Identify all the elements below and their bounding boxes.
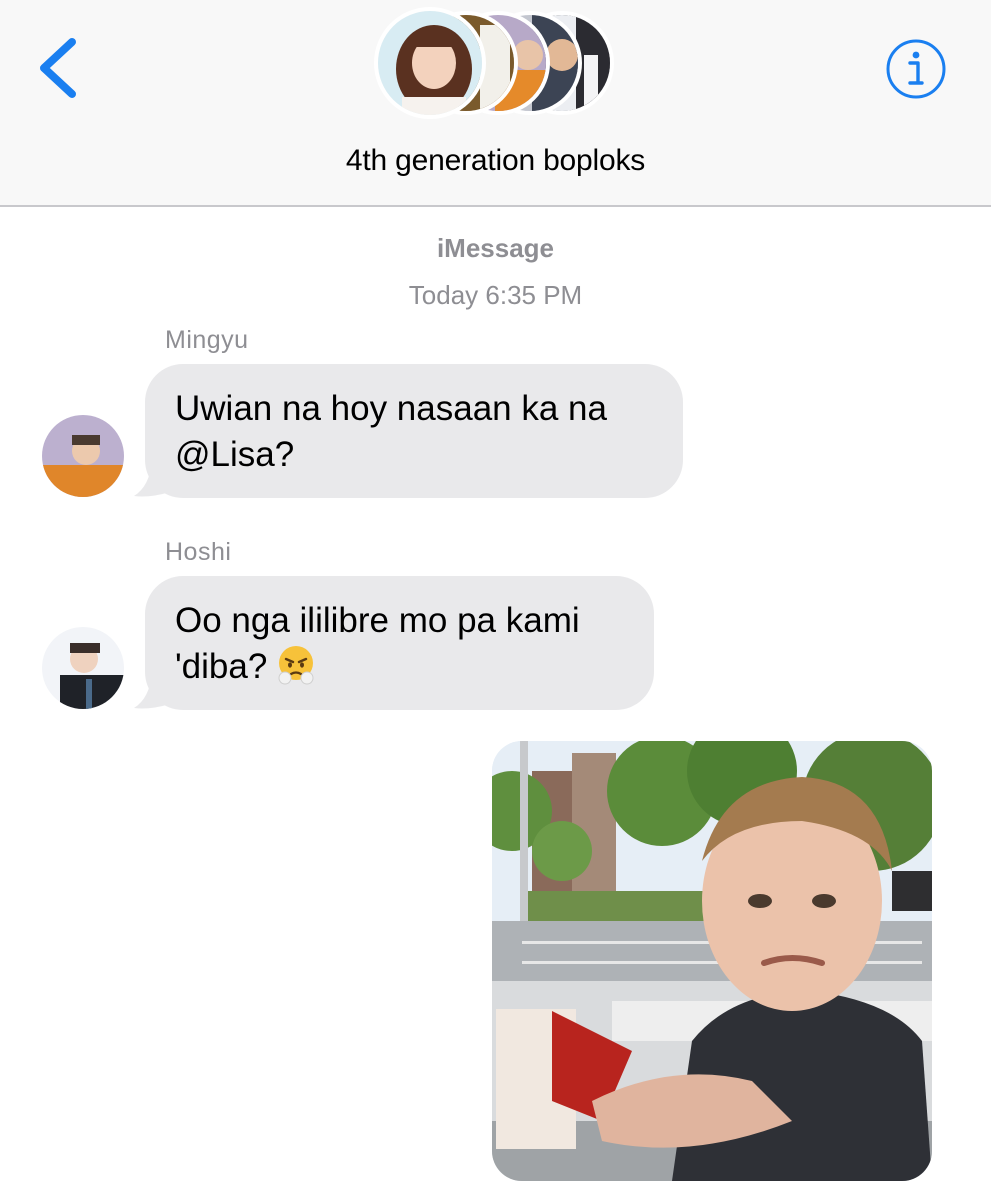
avatar[interactable] [42, 415, 124, 497]
service-label: iMessage [436, 233, 555, 263]
group-name[interactable]: 4th generation boploks [0, 144, 991, 178]
group-avatar-stack[interactable] [0, 0, 991, 130]
message-line: Uwian na hoy nasaan ka na [175, 389, 607, 428]
conversation-header: 4th generation boploks [0, 0, 991, 207]
message-line: Oo nga ililibre mo pa kami [175, 601, 580, 640]
message-bubble[interactable]: Oo nga ililibre mo pa kami 'diba? [145, 576, 654, 710]
group-member-avatar [374, 7, 486, 119]
photo-attachment[interactable] [492, 741, 932, 1181]
sender-name: Mingyu [165, 326, 249, 354]
info-button[interactable] [885, 38, 947, 100]
avatar[interactable] [42, 627, 124, 709]
message-line: @Lisa? [175, 435, 295, 474]
message-line-text: 'diba? [175, 647, 268, 686]
info-circle-icon [886, 39, 946, 99]
face-with-steam-from-nose-icon [278, 646, 314, 685]
message-line: 'diba? [175, 644, 624, 690]
sender-name: Hoshi [165, 538, 232, 566]
message-timestamp: Today 6:35 PM [408, 280, 583, 310]
message-bubble[interactable]: Uwian na hoy nasaan ka na @Lisa? [145, 364, 683, 498]
photo-attachment-image [492, 741, 932, 1181]
